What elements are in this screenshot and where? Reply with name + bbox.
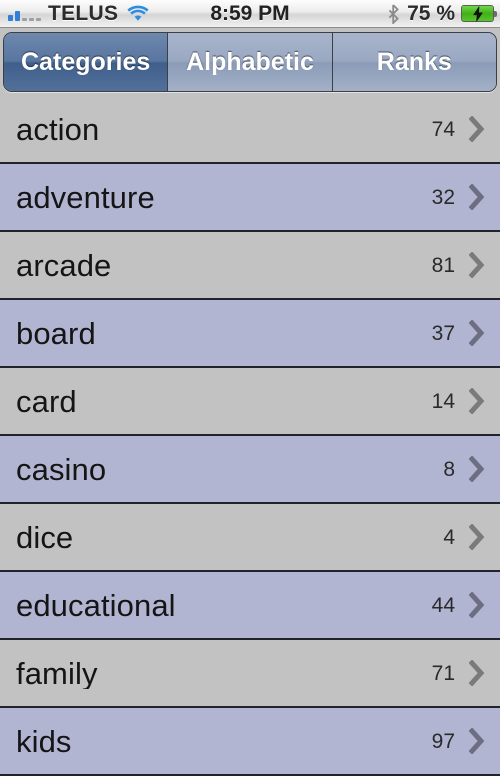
- category-name: adventure: [16, 181, 155, 213]
- tab-ranks[interactable]: Ranks: [332, 33, 496, 91]
- table-row[interactable]: card 14: [0, 368, 500, 436]
- chevron-right-icon: [468, 319, 486, 347]
- status-bar-right: 75 %: [387, 2, 497, 25]
- category-name: dice: [16, 521, 74, 553]
- chevron-right-icon: [468, 523, 486, 551]
- table-row[interactable]: board 37: [0, 300, 500, 368]
- category-count: 14: [431, 389, 455, 413]
- table-row[interactable]: educational 44: [0, 572, 500, 640]
- chevron-right-icon: [468, 251, 486, 279]
- chevron-right-icon: [468, 115, 486, 143]
- category-count: 4: [443, 525, 455, 549]
- chevron-right-icon: [468, 455, 486, 483]
- category-count: 71: [431, 661, 455, 685]
- chevron-right-icon: [468, 727, 486, 755]
- category-name: family: [16, 657, 98, 689]
- table-row[interactable]: family 71: [0, 640, 500, 708]
- category-list[interactable]: action 74 adventure 32 arcade 81 board 3…: [0, 96, 500, 776]
- category-name: kids: [16, 725, 72, 757]
- wifi-icon: [127, 5, 149, 22]
- carrier-label: TELUS: [48, 2, 119, 25]
- category-count: 44: [431, 593, 455, 617]
- chevron-right-icon: [468, 183, 486, 211]
- battery-percent-label: 75 %: [407, 2, 455, 25]
- table-row[interactable]: kids 97: [0, 708, 500, 776]
- table-row[interactable]: casino 8: [0, 436, 500, 504]
- table-row[interactable]: action 74: [0, 96, 500, 164]
- status-bar: TELUS 8:59 PM 75 %: [0, 0, 500, 28]
- signal-bars-icon: [8, 7, 41, 21]
- view-mode-segmented-control[interactable]: Categories Alphabetic Ranks: [3, 32, 497, 92]
- category-count: 74: [431, 117, 455, 141]
- chevron-right-icon: [468, 387, 486, 415]
- tab-categories[interactable]: Categories: [4, 33, 169, 91]
- category-name: card: [16, 385, 77, 417]
- category-name: action: [16, 113, 100, 145]
- category-name: educational: [16, 589, 176, 621]
- category-name: casino: [16, 453, 107, 485]
- bluetooth-icon: [387, 3, 400, 25]
- chevron-right-icon: [468, 659, 486, 687]
- category-name: board: [16, 317, 96, 349]
- category-count: 37: [431, 321, 455, 345]
- category-count: 8: [443, 457, 455, 481]
- battery-charging-icon: [461, 5, 497, 22]
- category-count: 97: [431, 729, 455, 753]
- status-bar-left: TELUS: [8, 3, 149, 24]
- category-name: arcade: [16, 249, 112, 281]
- tab-alphabetic[interactable]: Alphabetic: [168, 33, 333, 91]
- chevron-right-icon: [468, 591, 486, 619]
- table-row[interactable]: dice 4: [0, 504, 500, 572]
- table-row[interactable]: adventure 32: [0, 164, 500, 232]
- segmented-control-container: Categories Alphabetic Ranks: [0, 28, 500, 96]
- category-count: 81: [431, 253, 455, 277]
- table-row[interactable]: arcade 81: [0, 232, 500, 300]
- category-count: 32: [431, 185, 455, 209]
